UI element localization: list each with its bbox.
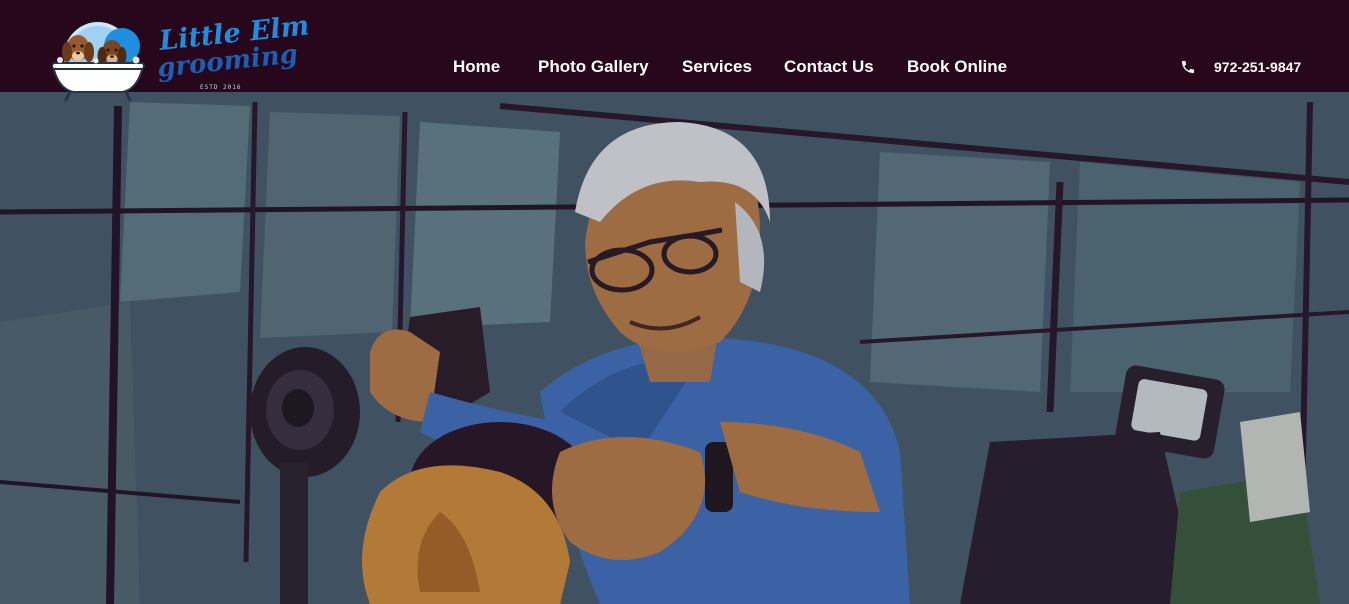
main-nav: Home Photo Gallery Services Contact Us B… xyxy=(0,55,1349,79)
site-header: Little Elm grooming ESTD 2016 Home Photo… xyxy=(0,0,1349,102)
nav-contact-us[interactable]: Contact Us xyxy=(784,55,874,79)
groomer-drying-dog-illustration xyxy=(0,92,1349,604)
nav-services[interactable]: Services xyxy=(682,55,752,79)
nav-photo-gallery[interactable]: Photo Gallery xyxy=(538,55,649,79)
logo-established: ESTD 2016 xyxy=(200,84,242,91)
hero-image xyxy=(0,92,1349,604)
phone-number: 972-251-9847 xyxy=(1214,59,1302,75)
nav-home[interactable]: Home xyxy=(453,55,500,79)
phone-icon xyxy=(1180,59,1196,75)
nav-book-online[interactable]: Book Online xyxy=(907,55,1007,79)
header-phone[interactable]: 972-251-9847 xyxy=(1180,56,1301,78)
